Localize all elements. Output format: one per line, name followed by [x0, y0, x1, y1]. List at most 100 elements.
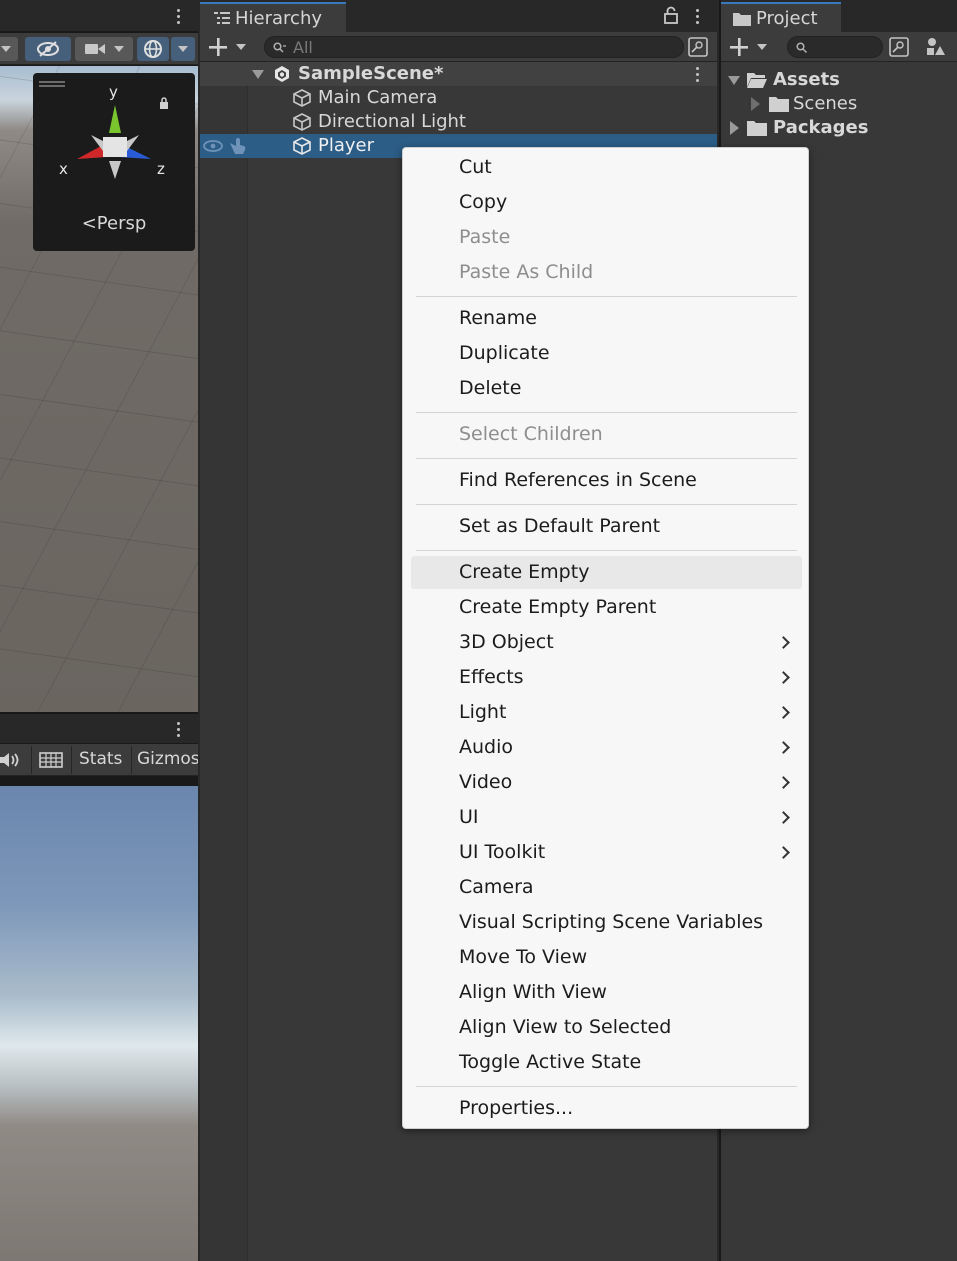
scene-camera-dropdown[interactable]: [75, 37, 133, 61]
menu-item-move-to-view[interactable]: Move To View: [411, 941, 802, 974]
gizmos-button[interactable]: Gizmos: [137, 749, 198, 769]
chevron-right-icon: [777, 741, 790, 754]
menu-item-align-view-to-selected[interactable]: Align View to Selected: [411, 1011, 802, 1044]
menu-item-visual-scripting-scene-variables[interactable]: Visual Scripting Scene Variables: [411, 906, 802, 939]
chevron-right-icon[interactable]: [730, 121, 739, 135]
hierarchy-item-main-camera[interactable]: Main Camera: [200, 86, 717, 110]
menu-item-ui-toolkit[interactable]: UI Toolkit: [411, 836, 802, 869]
hierarchy-search-input[interactable]: All: [264, 36, 684, 58]
menu-item-ui[interactable]: UI: [411, 801, 802, 834]
axis-x-label: x: [59, 160, 68, 178]
menu-item-copy[interactable]: Copy: [411, 186, 802, 219]
menu-item-label: Rename: [459, 307, 537, 329]
search-options-icon[interactable]: [687, 36, 709, 58]
stats-button[interactable]: Stats: [79, 749, 122, 769]
menu-item-label: Paste As Child: [459, 261, 594, 283]
folder-icon: [769, 97, 789, 112]
menu-item-properties[interactable]: Properties...: [411, 1092, 802, 1125]
chevron-right-icon: [777, 671, 790, 684]
plus-icon: [730, 38, 748, 56]
menu-separator: [416, 1086, 797, 1087]
menu-item-label: Duplicate: [459, 342, 550, 364]
search-options-icon[interactable]: [888, 36, 910, 58]
tab-hierarchy[interactable]: Hierarchy: [200, 2, 346, 32]
menu-item-effects[interactable]: Effects: [411, 661, 802, 694]
menu-item-camera[interactable]: Camera: [411, 871, 802, 904]
chevron-right-icon: [777, 636, 790, 649]
game-viewport[interactable]: [0, 786, 198, 1261]
scene-kebab-icon[interactable]: [171, 7, 185, 25]
chevron-down-icon: [1, 46, 11, 52]
chevron-down-icon: [757, 44, 767, 50]
create-asset-dropdown[interactable]: [729, 36, 771, 58]
menu-item-create-empty-parent[interactable]: Create Empty Parent: [411, 591, 802, 624]
axis-y-label: y: [109, 83, 118, 101]
unity-scene-icon: [275, 66, 289, 82]
axis-z-label: z: [157, 160, 165, 178]
hierarchy-item-label: Directional Light: [318, 111, 466, 132]
menu-item-duplicate[interactable]: Duplicate: [411, 337, 802, 370]
menu-item-3d-object[interactable]: 3D Object: [411, 626, 802, 659]
hierarchy-scene-row[interactable]: SampleScene*: [200, 62, 717, 86]
menu-separator: [416, 412, 797, 413]
eye-icon[interactable]: [202, 139, 224, 153]
scene-game-panel: y x z <Persp Stats Gizmos: [0, 0, 198, 1261]
menu-separator: [416, 296, 797, 297]
gizmos-toggle[interactable]: [137, 37, 169, 61]
chevron-right-icon: [777, 846, 790, 859]
cube-icon: [293, 137, 311, 155]
menu-item-create-empty[interactable]: Create Empty: [411, 556, 802, 589]
chevron-down-icon[interactable]: [252, 70, 264, 79]
menu-item-delete[interactable]: Delete: [411, 372, 802, 405]
keyboard-icon[interactable]: [39, 751, 63, 769]
scene-toolbar: [0, 33, 198, 65]
scene-row-kebab-icon[interactable]: [690, 65, 704, 83]
project-item-assets[interactable]: Assets: [721, 68, 957, 92]
create-dropdown[interactable]: [208, 36, 250, 58]
menu-item-label: Select Children: [459, 423, 603, 445]
menu-item-label: Video: [459, 771, 513, 793]
menu-item-paste-as-child[interactable]: Paste As Child: [411, 256, 802, 289]
menu-item-video[interactable]: Video: [411, 766, 802, 799]
menu-item-label: Camera: [459, 876, 534, 898]
search-icon: [796, 42, 808, 54]
menu-item-align-with-view[interactable]: Align With View: [411, 976, 802, 1009]
hierarchy-item-label: Main Camera: [318, 87, 438, 108]
menu-item-rename[interactable]: Rename: [411, 302, 802, 335]
project-item-packages[interactable]: Packages: [721, 116, 957, 140]
speaker-icon[interactable]: [0, 750, 22, 770]
projection-toggle[interactable]: <Persp: [33, 213, 195, 234]
tab-project[interactable]: Project: [721, 2, 841, 32]
scene-viewport[interactable]: y x z <Persp: [0, 66, 198, 712]
project-search-input[interactable]: [787, 36, 883, 58]
game-kebab-icon[interactable]: [171, 720, 185, 738]
chevron-right-icon: [777, 811, 790, 824]
menu-item-label: Delete: [459, 377, 522, 399]
menu-item-cut[interactable]: Cut: [411, 151, 802, 184]
chevron-down-icon[interactable]: [728, 76, 740, 85]
filter-by-type-icon[interactable]: [924, 36, 946, 58]
menu-item-select-children[interactable]: Select Children: [411, 418, 802, 451]
project-item-scenes[interactable]: Scenes: [721, 92, 957, 116]
scene-name-label: SampleScene*: [298, 63, 444, 84]
menu-item-paste[interactable]: Paste: [411, 221, 802, 254]
chevron-right-icon[interactable]: [751, 97, 760, 111]
lock-icon[interactable]: [664, 6, 678, 24]
plus-icon: [209, 38, 227, 56]
menu-item-light[interactable]: Light: [411, 696, 802, 729]
hierarchy-tab-strip: Hierarchy: [200, 0, 717, 32]
hierarchy-kebab-icon[interactable]: [690, 7, 704, 25]
gizmos-dropdown[interactable]: [171, 37, 195, 61]
scene-visibility-toggle[interactable]: [25, 37, 71, 61]
draw-mode-dropdown[interactable]: [0, 37, 18, 61]
menu-item-audio[interactable]: Audio: [411, 731, 802, 764]
hierarchy-gutter: [200, 62, 248, 1261]
hierarchy-item-directional-light[interactable]: Directional Light: [200, 110, 717, 134]
orientation-gizmo[interactable]: y x z <Persp: [33, 73, 195, 251]
hand-icon[interactable]: [227, 137, 247, 155]
menu-item-label: 3D Object: [459, 631, 554, 653]
menu-item-toggle-active-state[interactable]: Toggle Active State: [411, 1046, 802, 1079]
menu-separator: [416, 504, 797, 505]
menu-item-set-default-parent[interactable]: Set as Default Parent: [411, 510, 802, 543]
menu-item-find-references[interactable]: Find References in Scene: [411, 464, 802, 497]
